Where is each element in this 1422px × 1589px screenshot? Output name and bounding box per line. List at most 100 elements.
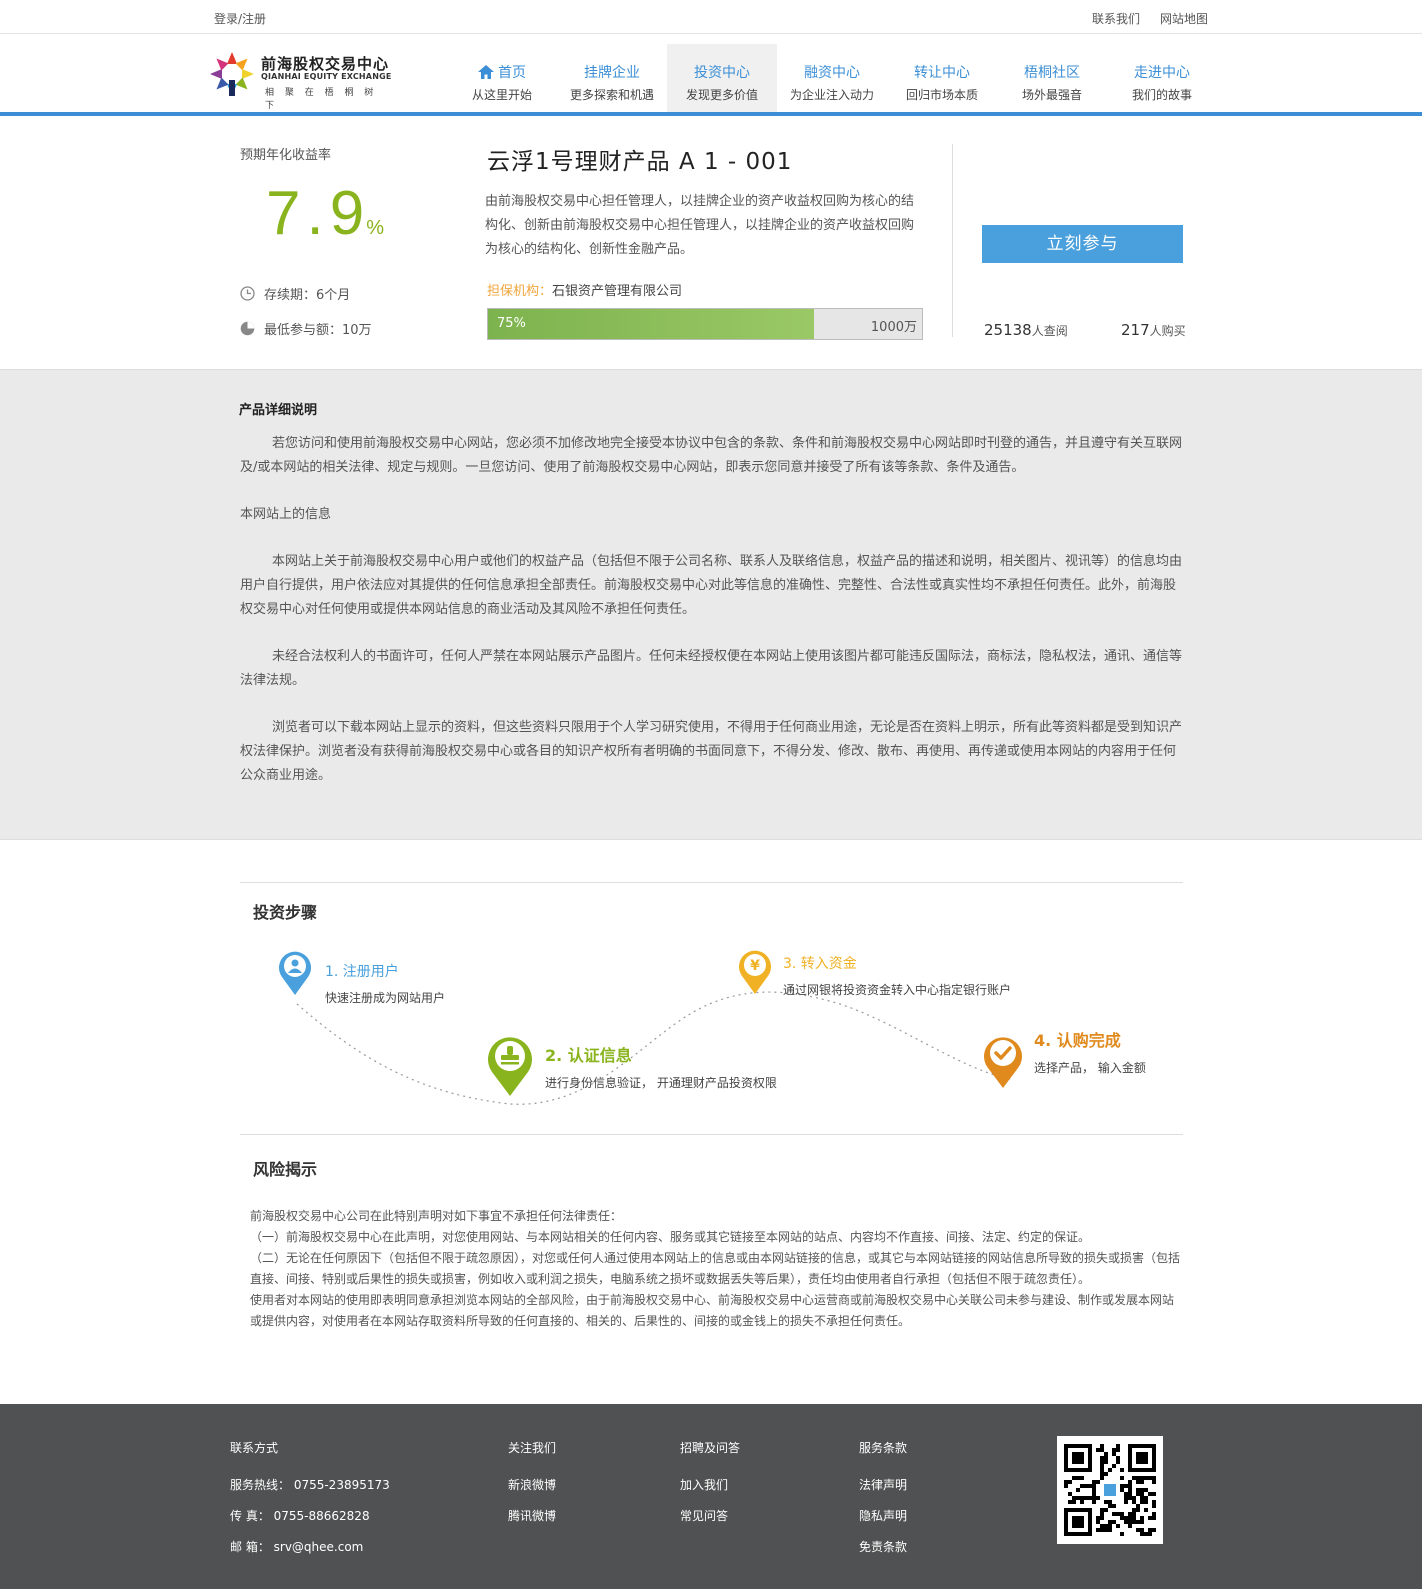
step-verify-desc: 进行身份信息验证， 开通理财产品投资权限: [545, 1076, 777, 1090]
buyers-stat: 217人购买: [1121, 321, 1186, 339]
faq-link[interactable]: 常见问答: [680, 1507, 740, 1524]
nav-community-sub: 场外最强音: [1021, 88, 1082, 102]
nav-about-sub: 我们的故事: [1131, 88, 1192, 102]
step-register-desc: 快速注册成为网站用户: [325, 991, 446, 1005]
step-transfer-desc: 通过网银将投资资金转入中心指定银行账户: [783, 983, 1012, 997]
contact-us-link[interactable]: 联系我们: [1092, 10, 1140, 27]
detail-paragraph: 浏览者可以下载本网站上显示的资料，但这些资料只限用于个人学习研究使用，不得用于任…: [240, 720, 1183, 783]
footer-terms: 服务条款 法律声明 隐私声明 免责条款: [859, 1439, 907, 1569]
progress-fill: [488, 309, 814, 339]
risk-disclosure: 前海股权交易中心公司在此特别声明对如下事宜不承担任何法律责任： （一）前海股权交…: [250, 1206, 1180, 1332]
footer-terms-heading: 服务条款: [859, 1441, 908, 1455]
nav-transfer-sub: 回归市场本质: [905, 88, 978, 102]
nav-listed-companies[interactable]: 挂牌企业 更多探索和机遇: [557, 44, 667, 112]
guarantor-name: 石银资产管理有限公司: [552, 284, 683, 299]
nav-about[interactable]: 走进中心 我们的故事: [1107, 44, 1217, 112]
annual-rate-unit: %: [366, 217, 384, 239]
footer-follow: 关注我们 新浪微博 腾讯微博: [508, 1439, 556, 1538]
funding-progress-bar: 75% 1000万: [487, 308, 923, 340]
detail-subheading: 本网站上的信息: [240, 507, 332, 522]
home-icon: [478, 65, 494, 79]
nav-investment-center[interactable]: 投资中心 发现更多价值: [667, 44, 777, 112]
main-nav: 首页 从这里开始 挂牌企业 更多探索和机遇 投资中心 发现更多价值 融资中心 为…: [447, 44, 1217, 112]
product-title: 云浮1号理财产品 A 1 - 001: [487, 149, 793, 175]
views-count: 25138: [984, 321, 1032, 339]
footer-contact: 联系方式 服务热线： 0755-23895173 传 真： 0755-88662…: [230, 1439, 390, 1569]
check-pin-icon: [984, 1037, 1022, 1088]
guarantor-label: 担保机构：: [487, 284, 553, 299]
nav-financing-center[interactable]: 融资中心 为企业注入动力: [777, 44, 887, 112]
qr-code-icon: [1064, 1444, 1156, 1536]
nav-financing-title: 融资中心: [804, 65, 860, 81]
risk-line: 使用者对本网站的使用即表明同意承担浏览本网站的全部风险，由于前海股权交易中心、前…: [250, 1293, 1175, 1328]
yuan-pin-icon: ¥: [739, 950, 771, 994]
svg-text:¥: ¥: [750, 958, 760, 974]
nav-financing-sub: 为企业注入动力: [789, 88, 874, 102]
views-stat: 25138人查阅: [984, 321, 1068, 339]
footer-fax: 传 真： 0755-88662828: [230, 1509, 370, 1523]
login-register-link[interactable]: 登录/注册: [214, 10, 266, 27]
nav-investment-sub: 发现更多价值: [685, 88, 758, 102]
clock-icon: [240, 286, 255, 301]
risk-line: （二）无论在任何原因下（包括但不限于疏忽原因），对您或任何人通过使用本网站上的信…: [250, 1251, 1181, 1286]
nav-home[interactable]: 首页 从这里开始: [447, 44, 557, 112]
views-unit: 人查阅: [1031, 324, 1068, 338]
annual-rate-value: 7.9: [266, 179, 371, 248]
step-transfer-name: 3. 转入资金: [783, 956, 857, 972]
nav-about-title: 走进中心: [1134, 65, 1190, 81]
nav-listed-title: 挂牌企业: [584, 65, 640, 81]
site-footer: 联系方式 服务热线： 0755-23895173 传 真： 0755-88662…: [0, 1404, 1422, 1589]
nav-listed-sub: 更多探索和机遇: [569, 88, 654, 102]
stamp-pin-icon: [488, 1037, 532, 1096]
progress-percent: 75%: [497, 316, 526, 331]
privacy-link[interactable]: 隐私声明: [859, 1507, 907, 1524]
product-summary: 预期年化收益率 7.9% 存续期：6个月 最低参与额：10万 云浮1号理财产品 …: [0, 116, 1422, 370]
detail-heading: 产品详细说明: [239, 403, 318, 418]
min-amount-text: 最低参与额：10万: [264, 323, 372, 338]
user-pin-icon: [279, 951, 311, 995]
risk-title: 风险揭示: [253, 1160, 318, 1179]
detail-paragraph: 未经合法权利人的书面许可，任何人严禁在本网站展示产品图片。任何未经授权便在本网站…: [240, 649, 1183, 688]
step-verify-name: 2. 认证信息: [545, 1046, 632, 1065]
nav-community[interactable]: 梧桐社区 场外最强音: [997, 44, 1107, 112]
nav-transfer-center[interactable]: 转让中心 回归市场本质: [887, 44, 997, 112]
divider: [952, 144, 953, 337]
logo-slogan: 相 聚 在 梧 桐 树 下: [265, 88, 378, 111]
footer-hotline: 服务热线： 0755-23895173: [230, 1478, 390, 1492]
logo-mark-icon: [210, 52, 254, 96]
join-us-link[interactable]: 加入我们: [680, 1476, 740, 1493]
detail-body: 若您访问和使用前海股权交易中心网站，您必须不加修改地完全接受本协议中包含的条款、…: [240, 432, 1182, 811]
nav-home-title: 首页: [498, 65, 526, 81]
top-bar: 登录/注册 联系我们 网站地图: [0, 0, 1422, 34]
tencent-weibo-link[interactable]: 腾讯微博: [508, 1507, 556, 1524]
disclaimer-link[interactable]: 免责条款: [859, 1538, 907, 1555]
pie-icon: [240, 321, 255, 336]
buyers-count: 217: [1121, 321, 1150, 339]
guarantor: 担保机构：石银资产管理有限公司: [487, 280, 682, 299]
min-amount-row: 最低参与额：10万: [240, 319, 372, 338]
qr-code: [1057, 1436, 1163, 1544]
step-complete-name: 4. 认购完成: [1034, 1031, 1121, 1050]
product-detail-section: 产品详细说明 若您访问和使用前海股权交易中心网站，您必须不加修改地完全接受本协议…: [0, 370, 1422, 840]
top-links: 联系我们 网站地图: [1092, 10, 1208, 27]
step-complete-desc: 选择产品， 输入金额: [1034, 1061, 1146, 1075]
legal-link[interactable]: 法律声明: [859, 1476, 907, 1493]
sitemap-link[interactable]: 网站地图: [1160, 10, 1208, 27]
footer-contact-heading: 联系方式: [230, 1441, 279, 1455]
join-now-button[interactable]: 立刻参与: [982, 225, 1183, 263]
term-row: 存续期：6个月: [240, 284, 350, 303]
nav-home-sub: 从这里开始: [471, 88, 532, 102]
investment-steps-section: 投资步骤 1. 注册用户 快速注册成为网站用户 2. 认证信息 进行身份信息验证…: [0, 844, 1422, 1135]
annual-rate: 7.9%: [266, 178, 384, 249]
buyers-unit: 人购买: [1149, 324, 1186, 338]
progress-total: 1000万: [870, 320, 917, 335]
sina-weibo-link[interactable]: 新浪微博: [508, 1476, 556, 1493]
step-register: 1. 注册用户 快速注册成为网站用户: [325, 961, 445, 1006]
footer-follow-heading: 关注我们: [508, 1441, 557, 1455]
site-logo[interactable]: 前海股权交易中心 QIANHAI EQUITY EXCHANGE 相 聚 在 梧…: [207, 47, 397, 111]
term-text: 存续期：6个月: [264, 288, 351, 303]
detail-paragraph: 若您访问和使用前海股权交易中心网站，您必须不加修改地完全接受本协议中包含的条款、…: [240, 436, 1183, 475]
site-header: 前海股权交易中心 QIANHAI EQUITY EXCHANGE 相 聚 在 梧…: [0, 34, 1422, 116]
step-complete: 4. 认购完成 选择产品， 输入金额: [1034, 1027, 1146, 1076]
nav-transfer-title: 转让中心: [914, 65, 970, 81]
